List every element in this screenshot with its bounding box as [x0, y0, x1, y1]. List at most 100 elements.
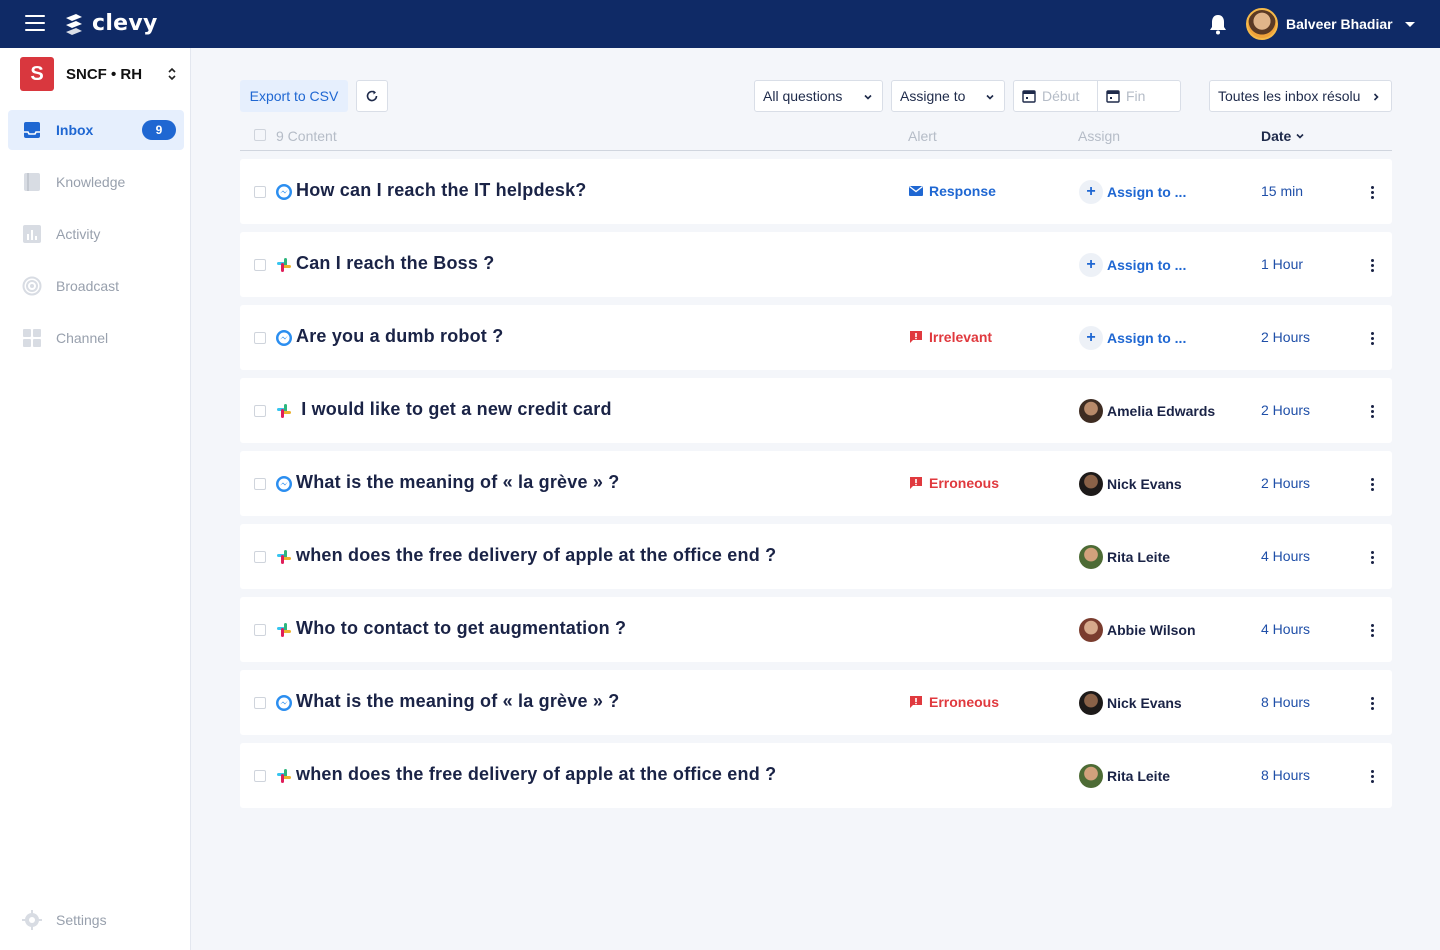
alert-badge: Erroneous	[909, 694, 999, 710]
assignee[interactable]: Nick Evans	[1079, 691, 1182, 715]
question-text: Are you a dumb robot ?	[296, 326, 504, 346]
grid-icon	[22, 328, 42, 348]
settings-label: Settings	[56, 912, 107, 928]
more-options-icon[interactable]	[1366, 475, 1378, 493]
hamburger-menu-icon[interactable]	[25, 15, 45, 33]
questions-filter-select[interactable]: All questions	[754, 80, 883, 112]
sidebar-item-knowledge[interactable]: Knowledge	[8, 162, 184, 202]
sidebar-item-broadcast[interactable]: Broadcast	[8, 266, 184, 306]
sidebar-item-label: Broadcast	[56, 278, 120, 294]
alert-label: Response	[929, 183, 996, 199]
sidebar-item-channel[interactable]: Channel	[8, 318, 184, 358]
start-date-field[interactable]: Début	[1013, 80, 1098, 112]
assignee[interactable]: Rita Leite	[1079, 545, 1170, 569]
question-text: What is the meaning of « la grève » ?	[296, 691, 620, 711]
row-checkbox[interactable]	[254, 770, 266, 782]
row-time: 2 Hours	[1261, 329, 1311, 345]
inbox-row[interactable]: Who to contact to get augmentation ? Abb…	[240, 597, 1392, 662]
alert-column-header: Alert	[908, 128, 937, 144]
end-date-field[interactable]: Fin	[1097, 80, 1181, 112]
row-time: 1 Hour	[1261, 256, 1304, 272]
assignee[interactable]: Abbie Wilson	[1079, 618, 1196, 642]
org-badge: S	[20, 57, 54, 91]
inbox-row[interactable]: What is the meaning of « la grève » ? Er…	[240, 670, 1392, 735]
row-checkbox[interactable]	[254, 624, 266, 636]
inbox-filter-label: Toutes les inbox résolu	[1218, 88, 1361, 104]
assignee-avatar	[1079, 472, 1103, 496]
assign-to-button[interactable]: + Assign to ...	[1079, 253, 1186, 277]
export-csv-button[interactable]: Export to CSV	[240, 80, 348, 112]
row-checkbox[interactable]	[254, 405, 266, 417]
row-time: 2 Hours	[1261, 475, 1311, 491]
sidebar-item-inbox[interactable]: Inbox 9	[8, 110, 184, 150]
slack-icon	[275, 621, 293, 639]
slack-icon	[275, 767, 293, 785]
calendar-icon	[1106, 90, 1120, 103]
notification-bell-icon[interactable]	[1208, 13, 1228, 40]
assign-column-header: Assign	[1078, 128, 1121, 144]
app-logo[interactable]: clevy	[62, 11, 158, 36]
sidebar: S SNCF • RH Inbox 9 Knowledge Activity B…	[0, 48, 191, 950]
logo-text: clevy	[92, 11, 158, 36]
slack-icon	[275, 548, 293, 566]
sidebar-item-label: Inbox	[56, 122, 94, 138]
expand-collapse-icon	[168, 67, 176, 81]
assign-to-label: Assign to ...	[1107, 330, 1187, 346]
chevron-down-icon	[986, 94, 994, 100]
assignee-name: Abbie Wilson	[1107, 622, 1196, 638]
select-all-checkbox[interactable]	[254, 129, 266, 141]
question-text: I would like to get a new credit card	[296, 399, 612, 419]
chevron-down-icon	[1404, 21, 1415, 27]
row-time: 4 Hours	[1261, 548, 1311, 564]
inbox-row[interactable]: How can I reach the IT helpdesk? Respons…	[240, 159, 1392, 224]
row-time: 4 Hours	[1261, 621, 1311, 637]
assign-to-button[interactable]: + Assign to ...	[1079, 326, 1186, 350]
row-checkbox[interactable]	[254, 551, 266, 563]
date-sort-header[interactable]: Date	[1261, 128, 1305, 144]
sidebar-item-activity[interactable]: Activity	[8, 214, 184, 254]
bar-chart-icon	[22, 224, 42, 244]
sidebar-item-settings[interactable]: Settings	[22, 910, 107, 930]
assignee-filter-select[interactable]: Assigne to	[891, 80, 1005, 112]
user-avatar	[1246, 8, 1278, 40]
more-options-icon[interactable]	[1366, 183, 1378, 201]
row-checkbox[interactable]	[254, 478, 266, 490]
row-checkbox[interactable]	[254, 186, 266, 198]
question-text: Can I reach the Boss ?	[296, 253, 495, 273]
inbox-filter-button[interactable]: Toutes les inbox résolu	[1209, 80, 1392, 112]
more-options-icon[interactable]	[1366, 256, 1378, 274]
more-options-icon[interactable]	[1366, 548, 1378, 566]
inbox-row[interactable]: What is the meaning of « la grève » ? Er…	[240, 451, 1392, 516]
refresh-button[interactable]	[356, 80, 388, 112]
assignee-avatar	[1079, 399, 1103, 423]
assignee-filter-value: Assigne to	[900, 88, 966, 104]
sidebar-item-label: Activity	[56, 226, 101, 242]
assignee[interactable]: Rita Leite	[1079, 764, 1170, 788]
row-checkbox[interactable]	[254, 697, 266, 709]
envelope-icon	[909, 185, 929, 197]
inbox-row[interactable]: Can I reach the Boss ? + Assign to ... 1…	[240, 232, 1392, 297]
inbox-icon	[22, 120, 42, 140]
more-options-icon[interactable]	[1366, 329, 1378, 347]
inbox-row[interactable]: when does the free delivery of apple at …	[240, 524, 1392, 589]
user-menu[interactable]: Balveer Bhadiar	[1246, 8, 1415, 40]
org-switcher[interactable]: S SNCF • RH	[20, 57, 182, 91]
more-options-icon[interactable]	[1366, 767, 1378, 785]
assignee[interactable]: Amelia Edwards	[1079, 399, 1215, 423]
more-options-icon[interactable]	[1366, 694, 1378, 712]
flag-alert-icon	[909, 330, 929, 344]
inbox-row[interactable]: Are you a dumb robot ? Irrelevant + Assi…	[240, 305, 1392, 370]
assignee[interactable]: Nick Evans	[1079, 472, 1182, 496]
more-options-icon[interactable]	[1366, 402, 1378, 420]
content-column-header: 9 Content	[276, 128, 337, 144]
assign-to-button[interactable]: + Assign to ...	[1079, 180, 1186, 204]
questions-filter-value: All questions	[763, 88, 843, 104]
inbox-row[interactable]: when does the free delivery of apple at …	[240, 743, 1392, 808]
row-checkbox[interactable]	[254, 332, 266, 344]
assignee-name: Rita Leite	[1107, 549, 1171, 565]
more-options-icon[interactable]	[1366, 621, 1378, 639]
flag-alert-icon	[909, 695, 929, 709]
inbox-row[interactable]: I would like to get a new credit card Am…	[240, 378, 1392, 443]
row-checkbox[interactable]	[254, 259, 266, 271]
org-name: SNCF • RH	[66, 65, 143, 83]
